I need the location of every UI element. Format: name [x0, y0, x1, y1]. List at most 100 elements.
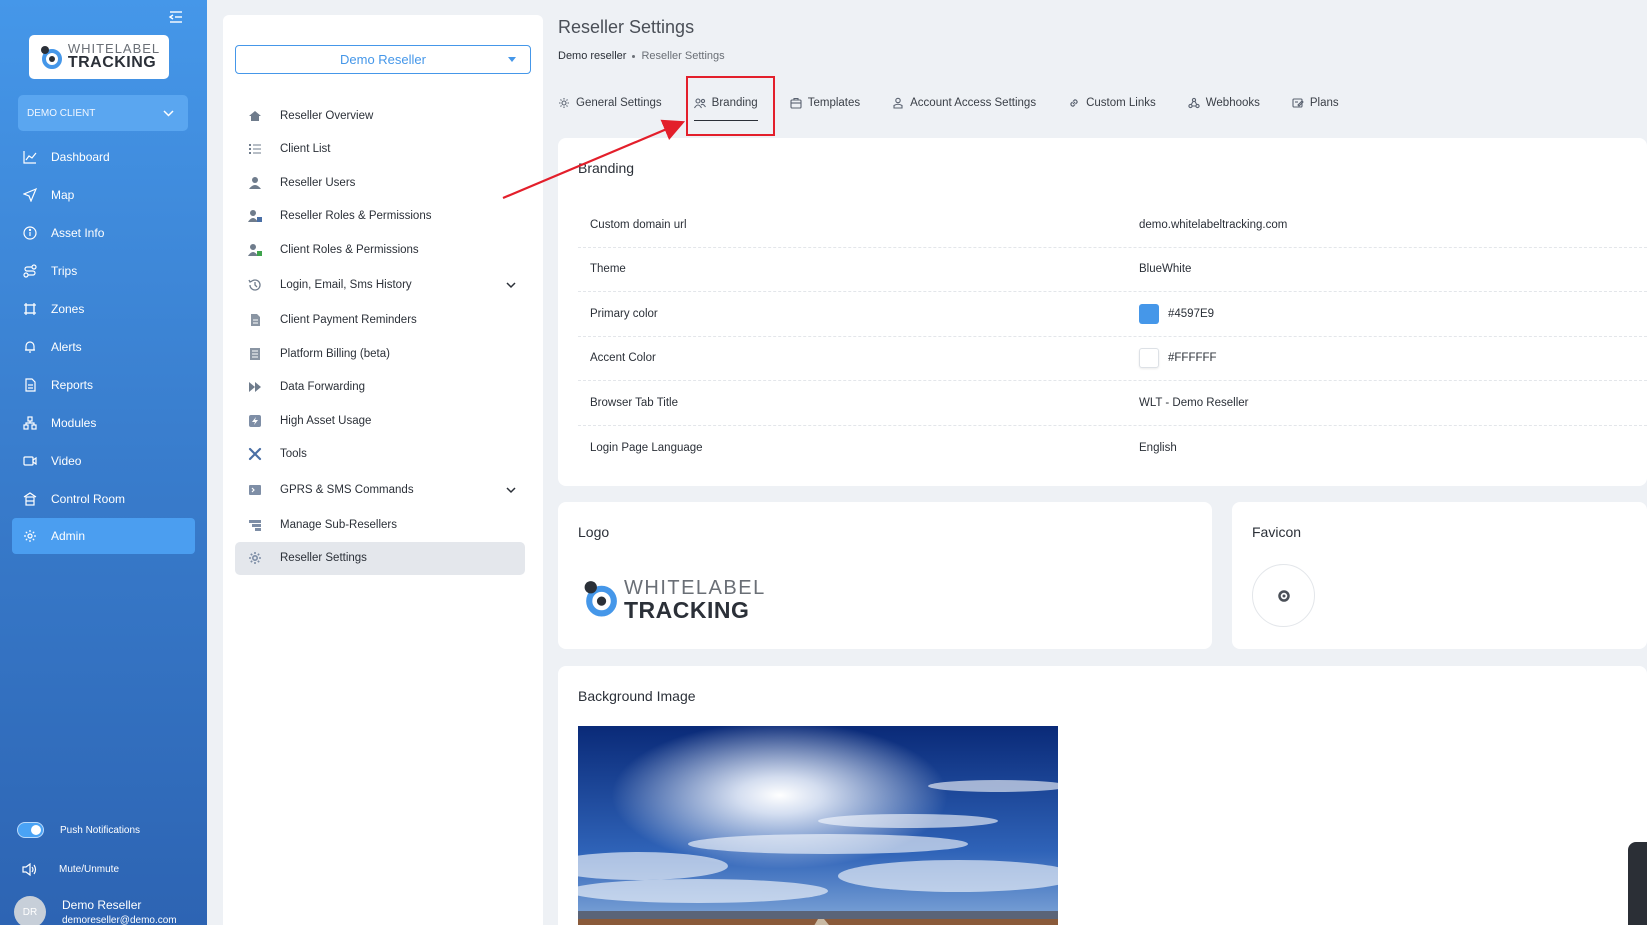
nav-item-asset-info[interactable]: Asset Info	[0, 214, 207, 252]
history-icon	[248, 279, 261, 291]
nav-item-label: Reports	[51, 378, 94, 392]
brand-logo[interactable]: WHITELABEL TRACKING	[29, 35, 169, 79]
terminal-icon	[249, 484, 261, 495]
logo-preview-bottom: TRACKING	[624, 597, 750, 623]
mute-toggle[interactable]: Mute/Unmute	[22, 863, 119, 876]
menu-item-label: Reseller Users	[280, 176, 356, 189]
menu-item-label: Client List	[280, 143, 331, 156]
breadcrumb: Demo reseller Reseller Settings	[558, 50, 725, 62]
admin-menu: Reseller Overview Client List Reseller U…	[235, 99, 525, 575]
nav-item-label: Admin	[51, 529, 86, 543]
highlight-box	[686, 76, 775, 136]
chevron-down-icon[interactable]	[505, 484, 517, 496]
tab-account-access[interactable]: Account Access Settings	[892, 92, 1036, 114]
menu-item-client-list[interactable]: Client List	[235, 133, 525, 167]
reseller-select[interactable]: Demo Reseller	[235, 45, 531, 74]
nav-item-alerts[interactable]: Alerts	[0, 328, 207, 366]
menu-item-reseller-settings[interactable]: Reseller Settings	[235, 541, 525, 575]
tab-label: Templates	[807, 97, 861, 109]
menu-item-reseller-users[interactable]: Reseller Users	[235, 166, 525, 200]
background-image-preview	[578, 726, 1058, 925]
document-icon	[25, 378, 36, 392]
detail-key: Custom domain url	[590, 218, 687, 231]
nav-item-label: Map	[51, 188, 75, 202]
branding-details: Custom domain url demo.whitelabeltrackin…	[578, 203, 1647, 470]
chevron-down-icon[interactable]	[505, 279, 517, 291]
nav-item-label: Control Room	[51, 492, 126, 506]
client-select[interactable]: DEMO CLIENT	[18, 95, 188, 131]
menu-item-platform-billing[interactable]: Platform Billing (beta)	[235, 337, 525, 371]
user-name: Demo Reseller	[62, 898, 142, 912]
menu-item-label: Platform Billing (beta)	[280, 347, 390, 360]
info-circle-icon	[23, 226, 37, 240]
tab-general-settings[interactable]: General Settings	[558, 92, 662, 114]
menu-item-label: Data Forwarding	[280, 381, 366, 394]
nav-item-trips[interactable]: Trips	[0, 252, 207, 290]
detail-row-domain: Custom domain url demo.whitelabeltrackin…	[578, 203, 1647, 248]
menu-item-client-roles[interactable]: Client Roles & Permissions	[235, 233, 525, 267]
nav-item-label: Trips	[51, 264, 78, 278]
tab-webhooks[interactable]: Webhooks	[1188, 92, 1260, 114]
invoice-icon	[251, 314, 260, 327]
branding-title: Branding	[578, 160, 635, 176]
menu-item-reseller-overview[interactable]: Reseller Overview	[235, 99, 525, 133]
menu-item-gprs-sms[interactable]: GPRS & SMS Commands	[235, 471, 525, 508]
gear-icon	[559, 98, 569, 108]
brand-logo-icon	[584, 581, 617, 617]
floating-widget[interactable]	[1628, 842, 1647, 925]
push-notifications-label: Push Notifications	[60, 824, 141, 836]
menu-item-label: Client Payment Reminders	[280, 314, 417, 327]
nav-item-dashboard[interactable]: Dashboard	[0, 138, 207, 176]
primary-color-swatch	[1139, 303, 1159, 324]
detail-value: English	[1139, 441, 1177, 454]
tab-label: Plans	[1309, 97, 1339, 109]
nav-item-reports[interactable]: Reports	[0, 366, 207, 404]
nav-item-map[interactable]: Map	[0, 176, 207, 214]
fast-forward-icon	[249, 382, 261, 393]
nav-item-modules[interactable]: Modules	[0, 404, 207, 442]
menu-item-data-forwarding[interactable]: Data Forwarding	[235, 371, 525, 405]
menu-item-login-history[interactable]: Login, Email, Sms History	[235, 267, 525, 304]
menu-item-payment-reminders[interactable]: Client Payment Reminders	[235, 304, 525, 338]
collapse-sidebar-icon[interactable]	[168, 9, 184, 25]
detail-row-theme: Theme BlueWhite	[578, 248, 1647, 292]
background-card: Background Image	[558, 666, 1647, 925]
main-sidebar: WHITELABEL TRACKING DEMO CLIENT Dashboar…	[0, 0, 207, 925]
tools-icon	[248, 448, 262, 461]
logo-preview-top: WHITELABEL	[624, 577, 766, 599]
accent-color-swatch	[1139, 348, 1159, 369]
chevron-down-icon	[163, 109, 174, 117]
nav-item-video[interactable]: Video	[0, 442, 207, 480]
detail-key: Primary color	[590, 307, 658, 320]
menu-item-tools[interactable]: Tools	[235, 438, 525, 472]
reseller-select-label: Demo Reseller	[340, 52, 426, 67]
user-profile[interactable]: DR Demo Reseller demoreseller@demo.com	[14, 896, 177, 925]
nav-item-zones[interactable]: Zones	[0, 290, 207, 328]
tab-plans[interactable]: Plans	[1292, 92, 1339, 114]
video-camera-icon	[23, 456, 37, 466]
menu-item-sub-resellers[interactable]: Manage Sub-Resellers	[235, 508, 525, 542]
detail-row-primary-color: Primary color #4597E9	[578, 292, 1647, 337]
favicon-card: Favicon	[1232, 502, 1647, 649]
user-lock-green-icon	[248, 243, 262, 256]
mute-label: Mute/Unmute	[59, 864, 120, 875]
breadcrumb-parent[interactable]: Demo reseller	[558, 50, 626, 62]
user-email: demoreseller@demo.com	[62, 915, 177, 925]
tab-custom-links[interactable]: Custom Links	[1068, 92, 1156, 114]
push-notifications-toggle[interactable]	[17, 822, 44, 838]
tab-templates[interactable]: Templates	[790, 92, 860, 114]
admin-panel: Demo Reseller Reseller Overview Client L…	[223, 15, 543, 925]
nav-item-label: Zones	[51, 302, 85, 316]
menu-item-high-asset-usage[interactable]: High Asset Usage	[235, 404, 525, 438]
menu-item-reseller-roles[interactable]: Reseller Roles & Permissions	[235, 200, 525, 234]
nav-item-admin[interactable]: Admin	[12, 518, 195, 554]
client-select-label: DEMO CLIENT	[27, 107, 96, 119]
nav-item-control-room[interactable]: Control Room	[0, 480, 207, 518]
detail-row-login-language: Login Page Language English	[578, 426, 1647, 471]
detail-value: BlueWhite	[1139, 263, 1192, 276]
template-icon	[790, 97, 802, 109]
detail-row-tab-title: Browser Tab Title WLT - Demo Reseller	[578, 381, 1647, 426]
menu-item-label: Login, Email, Sms History	[280, 279, 412, 291]
favicon-icon	[1277, 589, 1290, 602]
sky-landscape-image	[578, 726, 1058, 925]
